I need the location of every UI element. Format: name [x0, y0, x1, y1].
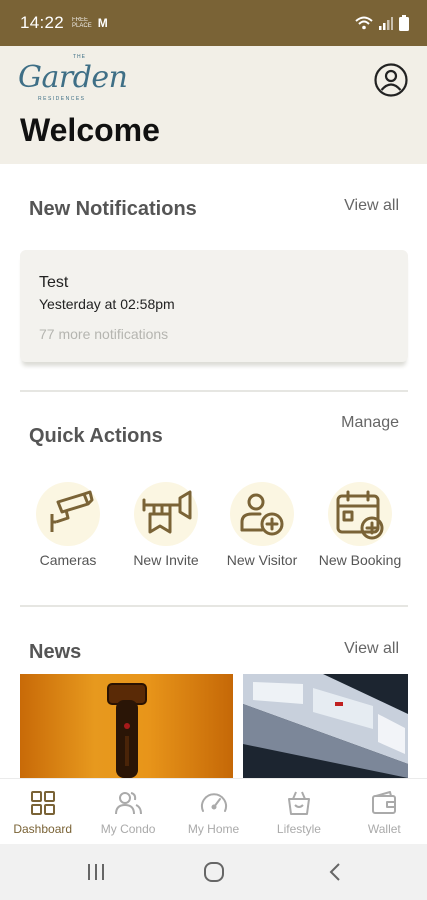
- quick-actions-manage-link[interactable]: Manage: [341, 414, 399, 432]
- add-visitor-icon: [240, 493, 284, 536]
- status-app-badge: FREE PLACE: [72, 17, 92, 29]
- quick-action-cameras[interactable]: Cameras: [20, 478, 116, 574]
- notification-title: Test: [39, 274, 69, 291]
- news-image-razor[interactable]: [20, 674, 233, 778]
- quick-actions-title: Quick Actions: [29, 425, 163, 447]
- notification-time: Yesterday at 02:58pm: [39, 296, 175, 312]
- bottom-navigation: Dashboard My Condo My Home Lifestyle Wal…: [0, 778, 427, 844]
- quick-action-new-invite[interactable]: New Invite: [118, 478, 214, 574]
- add-booking-icon: [336, 490, 384, 540]
- app-header: THE Garden RESIDENCES Welcome: [0, 46, 427, 164]
- profile-icon[interactable]: [373, 62, 409, 98]
- system-navigation-bar: [0, 844, 427, 900]
- wallet-icon: [372, 791, 397, 814]
- garden-logo: THE Garden RESIDENCES: [18, 54, 128, 102]
- wifi-icon: [355, 16, 373, 30]
- battery-icon: [399, 15, 409, 31]
- nav-lifestyle[interactable]: Lifestyle: [256, 779, 341, 844]
- news-title: News: [29, 641, 82, 663]
- divider: [20, 605, 408, 607]
- notifications-view-all-link[interactable]: View all: [344, 197, 399, 215]
- recent-apps-icon[interactable]: [86, 862, 106, 882]
- home-button-icon[interactable]: [203, 861, 225, 883]
- status-time: 14:22: [20, 13, 65, 32]
- more-notifications[interactable]: 77 more notifications: [39, 326, 168, 342]
- camera-icon: [50, 490, 94, 532]
- nav-my-condo[interactable]: My Condo: [85, 779, 170, 844]
- nav-wallet[interactable]: Wallet: [342, 779, 427, 844]
- signal-icon: [379, 17, 393, 30]
- nav-my-home[interactable]: My Home: [171, 779, 256, 844]
- bag-icon: [287, 791, 310, 815]
- gauge-icon: [200, 793, 227, 812]
- nav-dashboard[interactable]: Dashboard: [0, 779, 85, 844]
- status-m-icon: M: [97, 16, 108, 30]
- back-icon[interactable]: [326, 862, 346, 882]
- divider: [20, 390, 408, 392]
- news-image-displays[interactable]: [243, 674, 408, 778]
- news-view-all-link[interactable]: View all: [344, 640, 399, 658]
- razor-image: [107, 683, 147, 778]
- page-title: Welcome: [20, 112, 160, 148]
- notifications-title: New Notifications: [29, 198, 197, 220]
- status-bar: 14:22 FREE PLACE M: [0, 0, 427, 46]
- trumpet-icon: [142, 490, 192, 534]
- grid-icon: [30, 791, 55, 815]
- display-panels-image: [243, 674, 408, 778]
- notification-card[interactable]: Test Yesterday at 02:58pm 77 more notifi…: [20, 250, 408, 362]
- people-icon: [115, 792, 143, 815]
- quick-action-new-visitor[interactable]: New Visitor: [214, 478, 310, 574]
- quick-action-new-booking[interactable]: New Booking: [312, 478, 408, 574]
